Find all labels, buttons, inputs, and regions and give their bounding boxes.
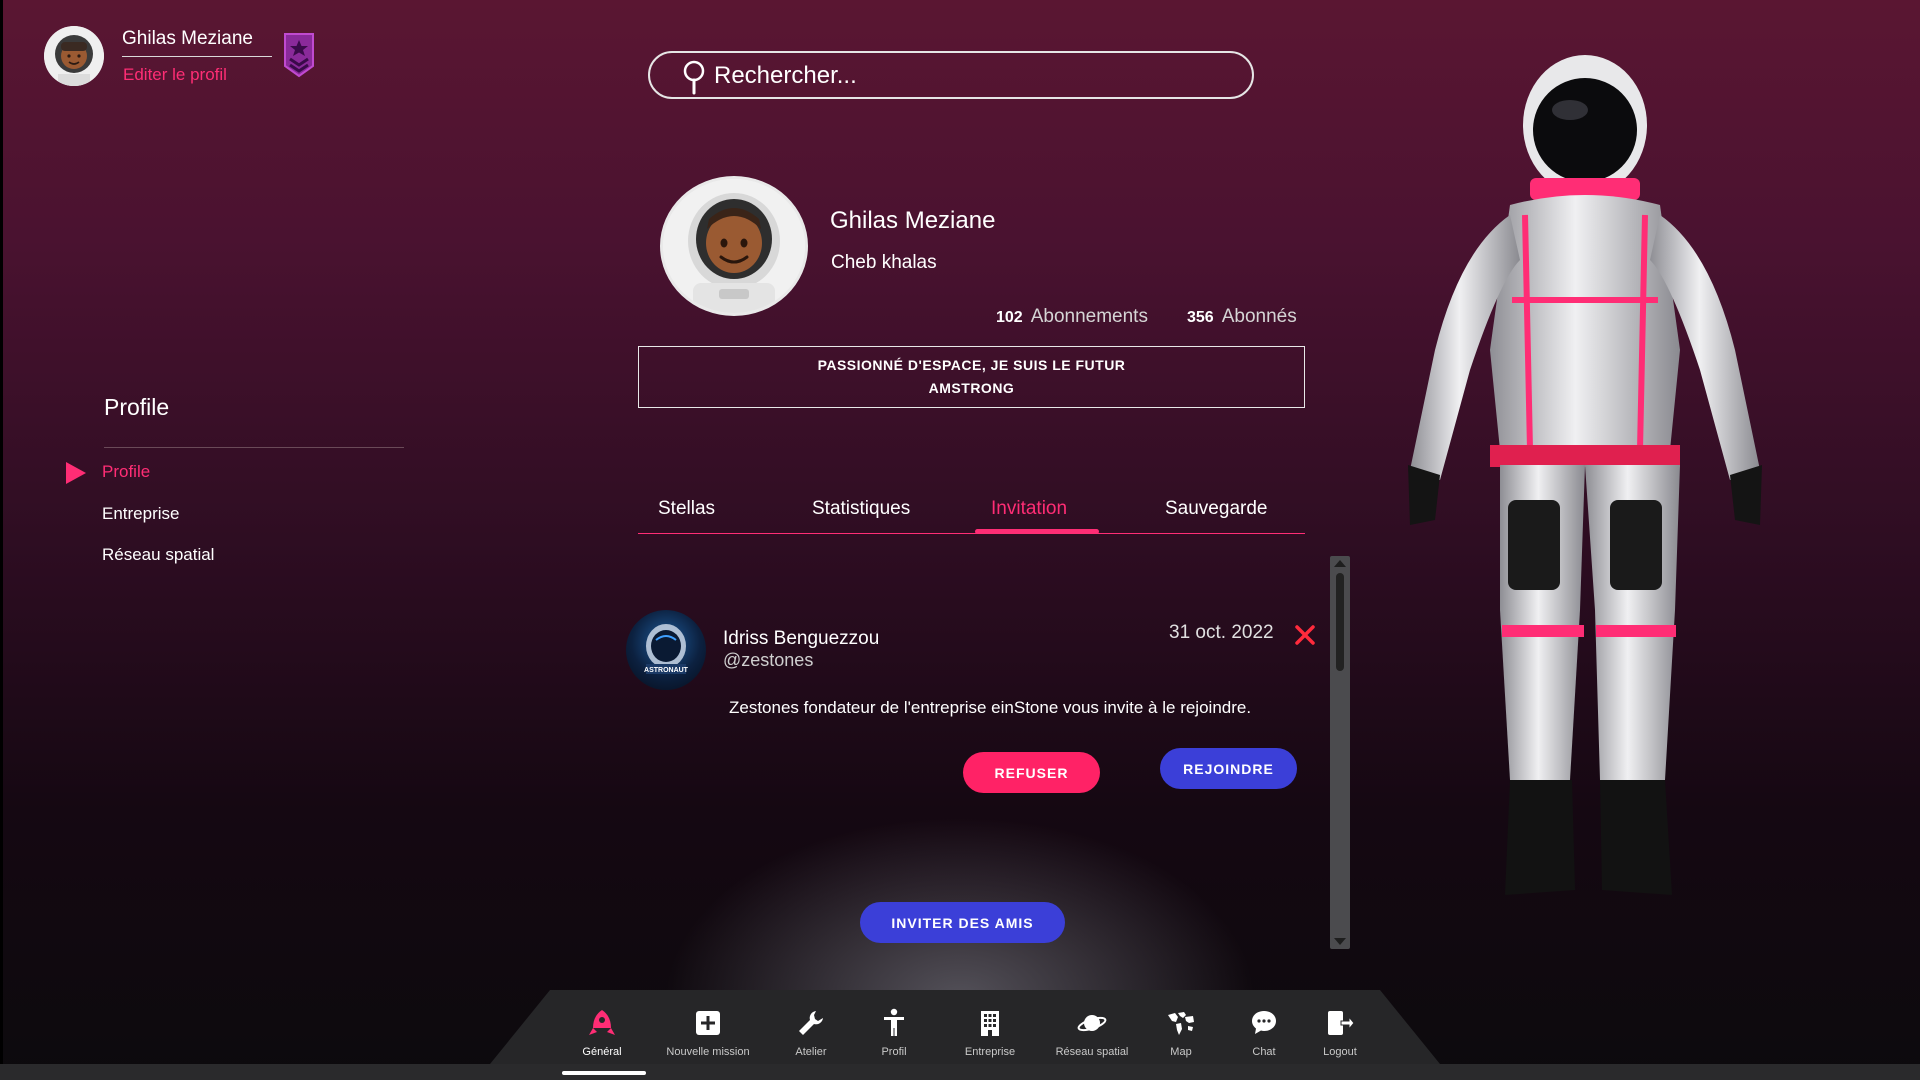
nav-entreprise[interactable]: Entreprise xyxy=(935,1008,1045,1070)
tab-stellas[interactable]: Stellas xyxy=(658,498,715,520)
active-nav-indicator xyxy=(562,1071,646,1075)
following-count: 102 xyxy=(996,309,1023,326)
planet-icon xyxy=(1077,1015,1107,1032)
nav-profil[interactable]: Profil xyxy=(839,1008,949,1070)
close-icon[interactable] xyxy=(1294,624,1316,646)
tabs-divider xyxy=(638,533,1305,534)
search-input[interactable] xyxy=(714,59,1234,93)
search-bar[interactable] xyxy=(648,51,1254,99)
profile-bio: PASSIONNÉ D'ESPACE, JE SUIS LE FUTUR AMS… xyxy=(638,346,1305,408)
sidebar-divider xyxy=(104,447,404,448)
world-map-icon xyxy=(1168,1012,1194,1035)
astronaut-figure-icon xyxy=(1408,55,1762,895)
user-name: Ghilas Meziane xyxy=(122,28,253,49)
rank-badge-icon xyxy=(284,33,314,78)
sidebar-title: Profile xyxy=(104,394,170,420)
wrench-icon xyxy=(799,1011,823,1035)
followers-stat[interactable]: 356 Abonnés xyxy=(1187,306,1297,328)
window-edge xyxy=(0,0,3,1080)
bio-text: PASSIONNÉ D'ESPACE, JE SUIS LE FUTUR AMS… xyxy=(817,357,1126,396)
invitation-date: 31 oct. 2022 xyxy=(1169,622,1274,643)
nav-label: Nouvelle mission xyxy=(666,1046,750,1058)
logout-icon xyxy=(1328,1011,1355,1035)
tab-invitation[interactable]: Invitation xyxy=(991,498,1067,520)
edit-profile-link[interactable]: Editer le profil xyxy=(123,65,227,85)
nav-label: Général xyxy=(582,1046,622,1058)
sender-name: Idriss Benguezzou xyxy=(723,628,880,649)
sender-avatar[interactable]: ASTRONAUT xyxy=(626,610,706,690)
refuse-button[interactable]: REFUSER xyxy=(963,752,1100,793)
invitation-message: Zestones fondateur de l'entreprise einSt… xyxy=(729,698,1252,717)
followers-count: 356 xyxy=(1187,309,1214,326)
invite-friends-button[interactable]: INVITER DES AMIS xyxy=(860,902,1065,943)
active-indicator-arrow-icon xyxy=(66,462,86,484)
chat-bubble-icon xyxy=(1252,1011,1276,1034)
astronaut-avatar-icon xyxy=(663,179,805,313)
building-icon xyxy=(981,1011,999,1036)
followers-label: Abonnés xyxy=(1221,306,1297,327)
sidebar-item-profile[interactable]: Profile xyxy=(102,462,150,482)
nav-general[interactable]: Général xyxy=(547,1008,657,1070)
sender-avatar-text: ASTRONAUT xyxy=(644,667,689,674)
nav-label: Profil xyxy=(881,1046,907,1058)
sender-handle: @zestones xyxy=(723,650,814,670)
sidebar-item-reseau-spatial[interactable]: Réseau spatial xyxy=(102,545,214,565)
active-tab-indicator xyxy=(975,529,1099,534)
tab-sauvegarde[interactable]: Sauvegarde xyxy=(1165,498,1267,520)
following-stat[interactable]: 102 Abonnements xyxy=(996,306,1148,328)
plus-square-icon xyxy=(696,1011,720,1035)
profile-avatar[interactable] xyxy=(660,176,808,316)
tab-statistiques[interactable]: Statistiques xyxy=(812,498,910,520)
sidebar-item-entreprise[interactable]: Entreprise xyxy=(102,504,179,524)
profile-name: Ghilas Meziane xyxy=(830,207,996,234)
divider xyxy=(122,56,272,57)
join-button[interactable]: REJOINDRE xyxy=(1160,748,1297,789)
nav-label: Logout xyxy=(1323,1046,1357,1058)
rocket-icon xyxy=(589,1010,615,1035)
profile-handle: Cheb khalas xyxy=(831,252,937,273)
nav-label: Entreprise xyxy=(964,1046,1016,1058)
astronaut-logo-icon: ASTRONAUT xyxy=(644,624,689,674)
user-avatar[interactable] xyxy=(44,26,104,86)
person-icon xyxy=(884,1008,904,1036)
search-icon xyxy=(683,60,705,95)
astronaut-avatar-icon xyxy=(44,26,104,86)
nav-new-mission[interactable]: Nouvelle mission xyxy=(653,1008,763,1070)
nav-logout[interactable]: Logout xyxy=(1285,1008,1395,1070)
following-label: Abonnements xyxy=(1030,306,1148,327)
